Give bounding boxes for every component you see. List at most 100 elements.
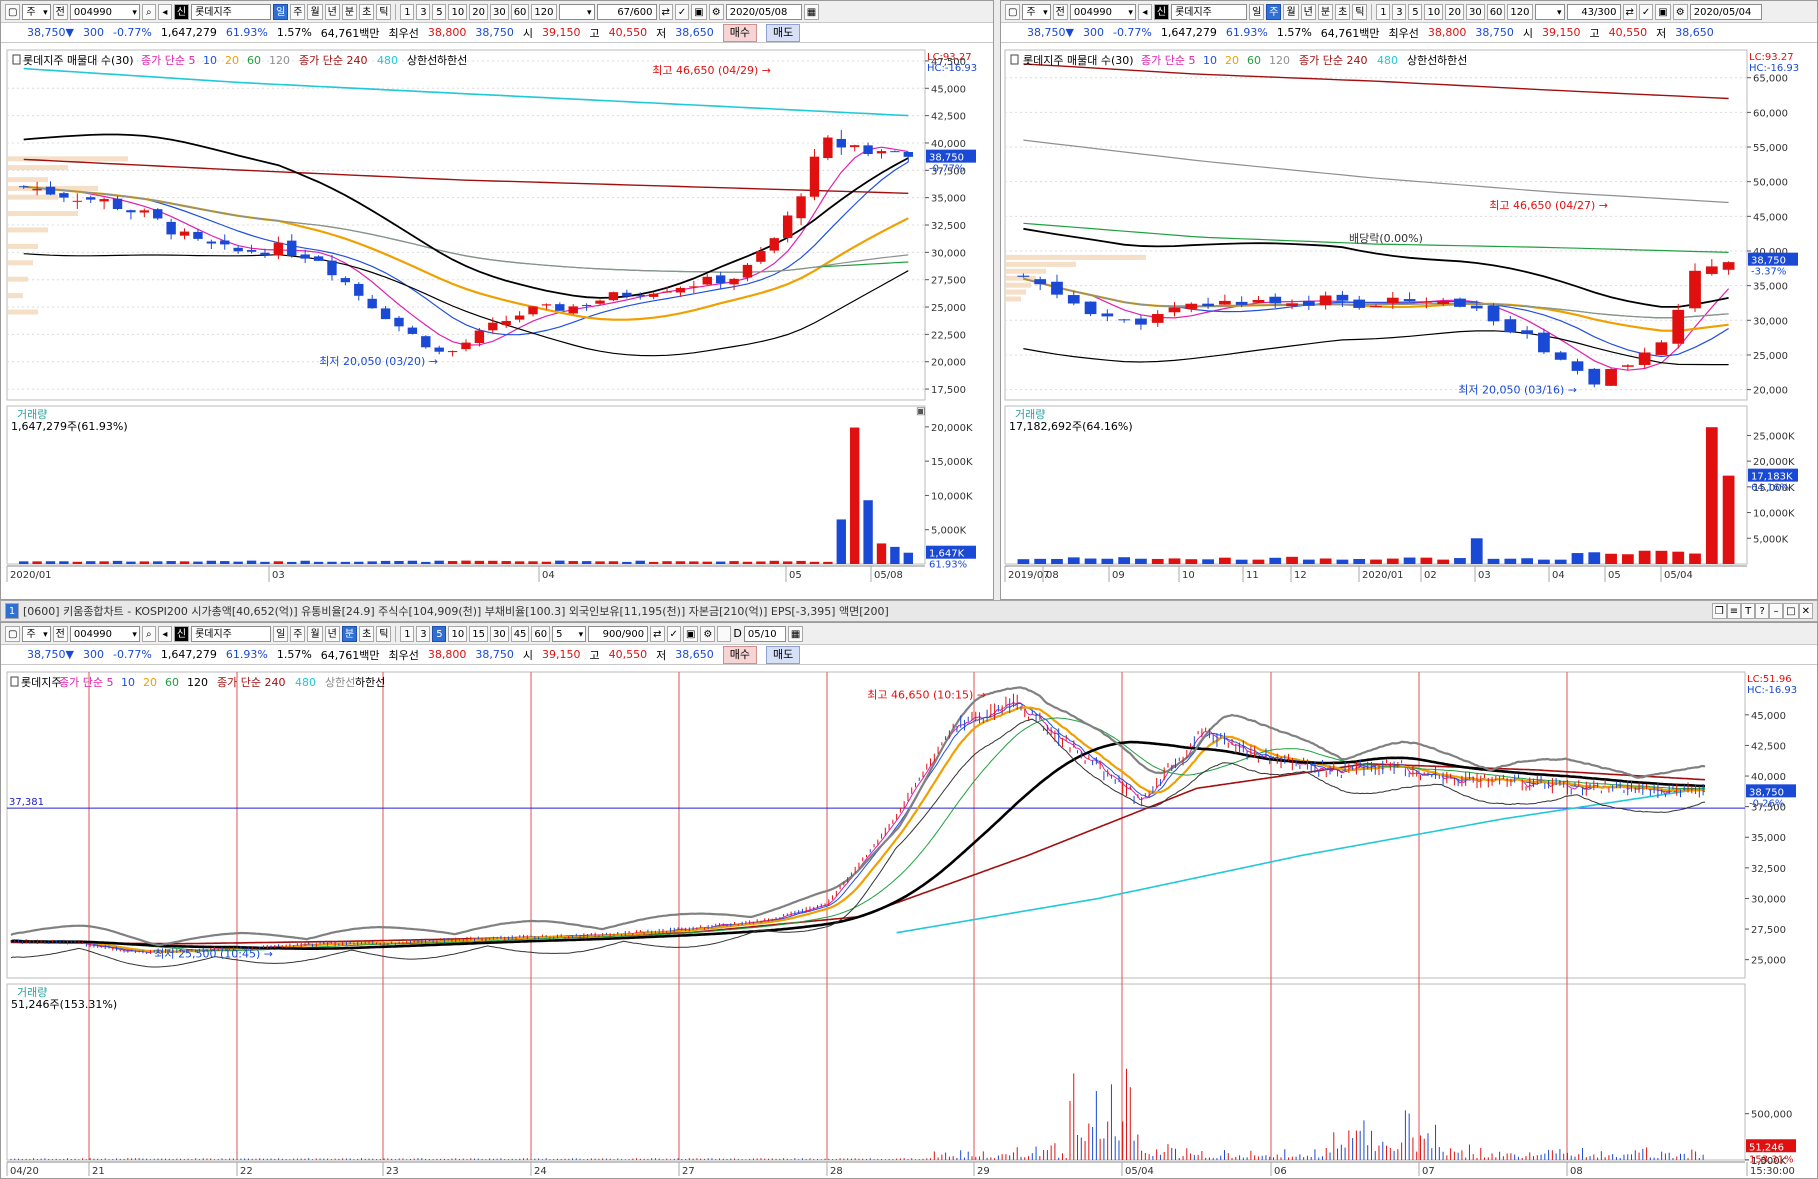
prev-stock-icon[interactable]: ◂ xyxy=(1137,3,1152,20)
sell-button[interactable]: 매도 xyxy=(766,23,801,42)
gear-icon[interactable]: ⚙ xyxy=(700,625,716,642)
save-icon[interactable]: ▣ xyxy=(1655,3,1671,20)
interval-1[interactable]: 1 xyxy=(400,625,415,642)
minute-chart[interactable]: 45,00042,50040,00037,50035,00032,50030,0… xyxy=(1,666,1818,1179)
d-checkbox[interactable] xyxy=(717,625,732,642)
count-input[interactable]: 43/300 xyxy=(1566,3,1621,20)
interval-10[interactable]: 10 xyxy=(1424,3,1444,20)
period-week[interactable]: 주 xyxy=(290,3,306,20)
interval-60[interactable]: 60 xyxy=(510,3,530,20)
buy-button[interactable]: 매수 xyxy=(722,645,758,664)
interval-5[interactable]: 5 xyxy=(432,3,447,20)
interval-3[interactable]: 3 xyxy=(416,3,431,20)
save-icon[interactable]: ▣ xyxy=(691,3,707,20)
code-input[interactable]: 004990 xyxy=(69,3,140,21)
interval-120[interactable]: 120 xyxy=(531,3,557,20)
period-week[interactable]: 주 xyxy=(290,625,306,642)
check-icon[interactable]: ✓ xyxy=(666,625,681,642)
interval-45[interactable]: 45 xyxy=(510,625,530,642)
interval-20[interactable]: 20 xyxy=(469,3,488,20)
weekly-chart[interactable]: 65,00060,00055,00050,00045,00040,00035,0… xyxy=(1001,44,1818,600)
window-tile-icon[interactable]: ❐ xyxy=(1711,603,1727,619)
daily-chart[interactable]: 47,50045,00042,50040,00037,50035,00032,5… xyxy=(1,44,994,600)
window-list-icon[interactable]: ≡ xyxy=(1726,603,1742,619)
minimize-icon[interactable]: – xyxy=(1769,603,1784,619)
market-button[interactable]: 전 xyxy=(52,3,68,20)
sell-button[interactable]: 매도 xyxy=(766,645,801,664)
period-year[interactable]: 년 xyxy=(1300,3,1316,20)
code-input[interactable]: 004990 xyxy=(69,625,140,643)
buy-button[interactable]: 매수 xyxy=(722,23,758,42)
stock-name[interactable]: 롯데지주 xyxy=(1171,3,1248,20)
interval-30[interactable]: 30 xyxy=(489,625,509,642)
period-tick[interactable]: 틱 xyxy=(1352,3,1368,20)
interval-20[interactable]: 20 xyxy=(1445,3,1464,20)
period-year[interactable]: 년 xyxy=(324,625,340,642)
close-icon[interactable]: ✕ xyxy=(1798,603,1813,619)
blank-select[interactable] xyxy=(558,3,595,21)
interval-5[interactable]: 5 xyxy=(1408,3,1423,20)
interval-10[interactable]: 10 xyxy=(448,3,468,20)
window-menu-icon[interactable]: ▢ xyxy=(5,3,21,20)
date-input[interactable]: 2020/05/08 xyxy=(725,3,802,20)
count-input[interactable]: 67/600 xyxy=(596,3,657,20)
interval-15[interactable]: 15 xyxy=(469,625,488,642)
interval-60[interactable]: 60 xyxy=(1486,3,1506,20)
period-tick[interactable]: 틱 xyxy=(376,3,392,20)
interval-30[interactable]: 30 xyxy=(1465,3,1485,20)
window-number[interactable]: 1 xyxy=(5,603,19,619)
help-icon[interactable]: ? xyxy=(1755,603,1770,619)
window-menu-icon[interactable]: ▢ xyxy=(1005,3,1021,20)
stock-name[interactable]: 롯데지주 xyxy=(191,3,272,20)
mode-select[interactable]: 주 xyxy=(1022,3,1051,21)
maximize-icon[interactable]: □ xyxy=(1783,603,1799,619)
interval-1[interactable]: 1 xyxy=(400,3,415,20)
gear-icon[interactable]: ⚙ xyxy=(708,3,724,20)
search-icon[interactable]: ⌕ xyxy=(141,3,156,20)
count-input[interactable]: 900/900 xyxy=(588,625,649,642)
interval-30[interactable]: 30 xyxy=(489,3,509,20)
date-input[interactable]: 2020/05/04 xyxy=(1689,3,1762,20)
arrows-icon[interactable]: ⇄ xyxy=(658,3,673,20)
period-month[interactable]: 월 xyxy=(1283,3,1299,20)
window-menu-icon[interactable]: ▢ xyxy=(5,625,21,642)
period-minute[interactable]: 분 xyxy=(341,3,358,20)
date-input[interactable]: 05/10 xyxy=(743,625,786,642)
window-title-icon[interactable]: T xyxy=(1741,603,1756,619)
save-icon[interactable]: ▣ xyxy=(682,625,699,642)
period-day[interactable]: 일 xyxy=(1249,3,1265,20)
interval-3[interactable]: 3 xyxy=(1392,3,1407,20)
period-day[interactable]: 일 xyxy=(273,3,289,20)
interval-60[interactable]: 60 xyxy=(531,625,551,642)
prev-stock-icon[interactable]: ◂ xyxy=(157,3,172,20)
interval-1[interactable]: 1 xyxy=(1376,3,1391,20)
calendar-icon[interactable]: ▦ xyxy=(787,625,804,642)
arrows-icon[interactable]: ⇄ xyxy=(1622,3,1637,20)
period-minute[interactable]: 분 xyxy=(341,625,358,642)
period-week[interactable]: 주 xyxy=(1266,3,1282,20)
arrows-icon[interactable]: ⇄ xyxy=(650,625,665,642)
period-year[interactable]: 년 xyxy=(324,3,340,20)
check-icon[interactable]: ✓ xyxy=(1638,3,1654,20)
market-button[interactable]: 전 xyxy=(52,625,68,642)
period-tick[interactable]: 틱 xyxy=(376,625,392,642)
interval-3[interactable]: 3 xyxy=(416,625,431,642)
interval-10[interactable]: 10 xyxy=(448,625,468,642)
prev-stock-icon[interactable]: ◂ xyxy=(157,625,172,642)
mode-select[interactable]: 주 xyxy=(22,625,51,643)
check-icon[interactable]: ✓ xyxy=(674,3,690,20)
period-second[interactable]: 초 xyxy=(359,3,375,20)
code-input[interactable]: 004990 xyxy=(1069,3,1136,21)
period-month[interactable]: 월 xyxy=(307,625,323,642)
period-second[interactable]: 초 xyxy=(1335,3,1351,20)
blank-select[interactable] xyxy=(1534,3,1565,21)
interval-120[interactable]: 120 xyxy=(1507,3,1533,20)
mode-select[interactable]: 주 xyxy=(22,3,51,21)
period-month[interactable]: 월 xyxy=(307,3,323,20)
stock-name[interactable]: 롯데지주 xyxy=(191,625,272,642)
period-day[interactable]: 일 xyxy=(273,625,289,642)
calendar-icon[interactable]: ▦ xyxy=(803,3,820,20)
period-second[interactable]: 초 xyxy=(359,625,375,642)
interval-5[interactable]: 5 xyxy=(432,625,447,642)
period-minute[interactable]: 분 xyxy=(1317,3,1334,20)
